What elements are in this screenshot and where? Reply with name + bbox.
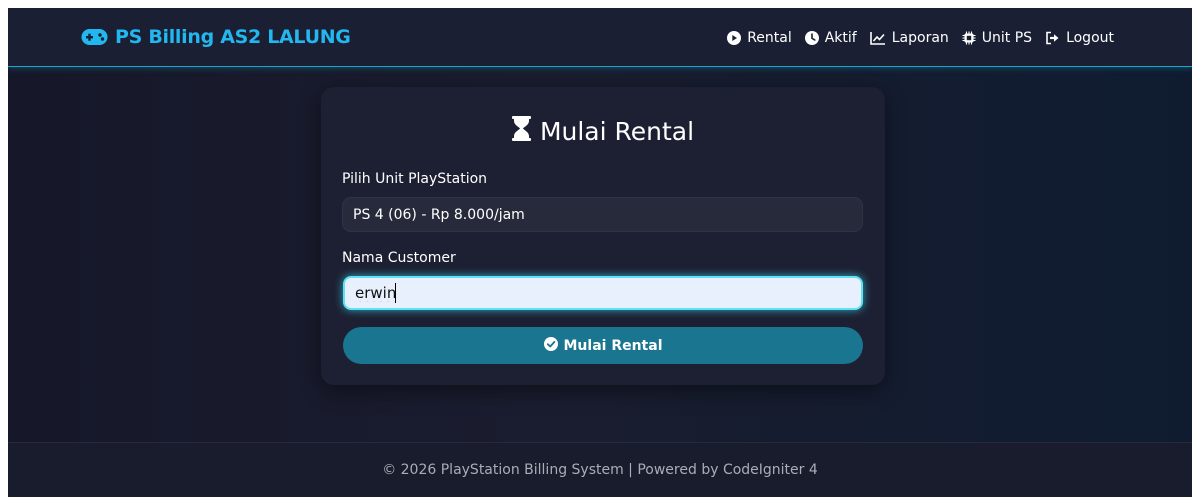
nav-laporan[interactable]: Laporan [869,30,949,46]
brand-link[interactable]: PS Billing AS2 LALUNG [81,25,351,49]
unit-select-value: PS 4 (06) - Rp 8.000/jam [353,206,525,223]
footer-text: © 2026 PlayStation Billing System | Powe… [382,462,818,478]
customer-name-input[interactable] [343,276,863,310]
nav-rental[interactable]: Rental [727,30,792,46]
nav-logout[interactable]: Logout [1045,30,1114,46]
logout-icon [1045,31,1060,45]
clock-icon [804,31,819,45]
play-circle-icon [727,31,742,45]
check-circle-icon [543,336,558,355]
rental-form-card: Mulai Rental Pilih Unit PlayStation PS 4… [321,87,885,385]
nav-unit-ps-label: Unit PS [981,30,1033,46]
chart-line-icon [869,31,886,45]
nav-rental-label: Rental [747,30,792,46]
hourglass-icon [511,115,531,147]
nav-unit-ps[interactable]: Unit PS [962,30,1032,46]
unit-select[interactable]: PS 4 (06) - Rp 8.000/jam [342,197,863,232]
chip-icon [962,31,976,45]
start-rental-button[interactable]: Mulai Rental [343,327,863,364]
footer: © 2026 PlayStation Billing System | Powe… [8,442,1192,497]
text-caret [395,283,396,303]
brand-title: PS Billing AS2 LALUNG [115,26,351,48]
nav-aktif[interactable]: Aktif [804,30,857,46]
form-title: Mulai Rental [539,116,695,146]
app-window: PS Billing AS2 LALUNG Rental Aktif Lapor… [8,8,1192,497]
nav-logout-label: Logout [1066,30,1114,46]
form-heading: Mulai Rental [321,114,885,148]
nav-aktif-label: Aktif [824,30,857,46]
navbar: PS Billing AS2 LALUNG Rental Aktif Lapor… [8,8,1192,67]
nav-laporan-label: Laporan [891,30,949,46]
customer-label: Nama Customer [342,250,456,266]
start-rental-label: Mulai Rental [563,337,663,354]
main-nav: Rental Aktif Laporan Unit PS Logout [727,28,1114,48]
unit-label: Pilih Unit PlayStation [342,171,488,187]
gamepad-icon [81,28,108,46]
